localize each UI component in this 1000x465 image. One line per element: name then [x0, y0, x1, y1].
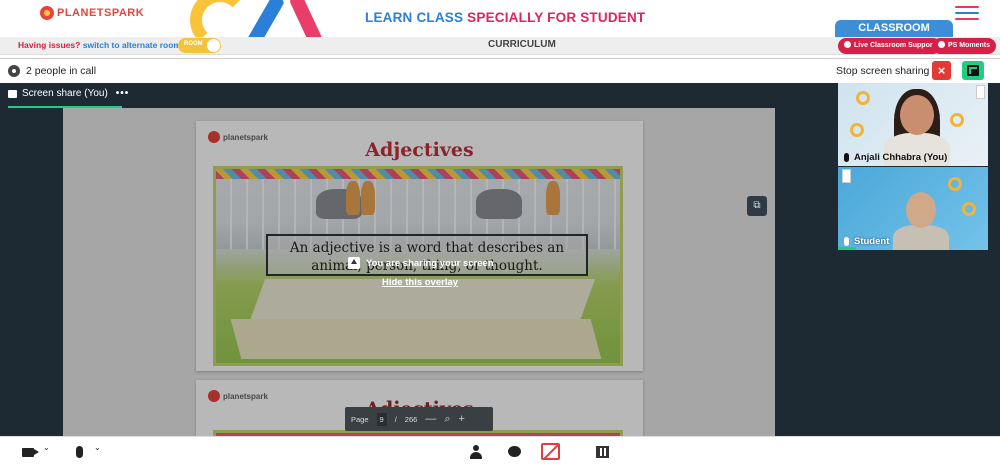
hide-overlay-link[interactable]: Hide this overlay — [382, 277, 458, 288]
stop-sharing-label: Stop screen sharing — [836, 65, 930, 77]
participant-video — [893, 225, 949, 250]
chat-icon[interactable] — [508, 446, 521, 457]
sub-toolbar: Having issues? switch to alternate room … — [0, 37, 1000, 55]
brand-badge-icon — [842, 169, 851, 183]
stop-presenting-icon[interactable] — [541, 443, 560, 460]
participant-name-text: Anjali Chhabra (You) — [854, 152, 948, 163]
zoom-in-icon[interactable]: + — [458, 413, 464, 425]
participant-name: Student — [844, 236, 889, 247]
decorative-spark-icon — [962, 202, 976, 216]
people-in-call[interactable]: 2 people in call — [26, 65, 96, 77]
room-toggle[interactable]: ROOM — [178, 38, 221, 53]
decorative-spark-icon — [850, 123, 864, 137]
top-header: PLANETSPARK LEARN CLASS SPECIALLY FOR ST… — [0, 0, 1000, 51]
decorative-spark-icon — [948, 177, 962, 191]
page-headline: LEARN CLASS SPECIALLY FOR STUDENT — [365, 10, 645, 25]
brand-logo[interactable]: PLANETSPARK — [40, 6, 144, 20]
sharing-overlay-message: You are sharing your screen — [348, 257, 494, 269]
layout-grid-icon[interactable] — [596, 446, 609, 458]
present-icon — [348, 257, 360, 269]
headline-part-1: LEARN CLASS — [365, 10, 464, 25]
screen-share-tab-label: Screen share (You) — [22, 88, 108, 99]
share-overlay-dimmer — [63, 108, 775, 436]
alternate-room-notice: Having issues? switch to alternate room — [18, 40, 181, 50]
participant-name: Anjali Chhabra (You) — [844, 152, 947, 163]
app-root: PLANETSPARK LEARN CLASS SPECIALLY FOR ST… — [0, 0, 1000, 465]
toggle-knob — [207, 39, 220, 52]
switch-room-link[interactable]: switch to alternate room — [83, 40, 181, 50]
page-label: Page — [351, 414, 369, 424]
participant-name-text: Student — [854, 236, 890, 247]
switch-share-icon[interactable] — [962, 61, 984, 80]
total-pages: 266 — [404, 414, 418, 424]
screen-share-tab[interactable]: Screen share (You) ••• — [8, 88, 129, 99]
logo-text: PLANETSPARK — [57, 7, 145, 19]
stage-tabbar: Screen share (You) ••• — [0, 83, 838, 108]
more-options-icon[interactable]: ••• — [116, 88, 130, 99]
current-page-input[interactable]: 9 — [376, 412, 387, 426]
mic-icon — [844, 237, 849, 246]
zoom-icon[interactable]: ⌕ — [444, 413, 450, 426]
stop-sharing-button[interactable]: × — [932, 61, 951, 80]
shared-document-viewer[interactable]: planetspark Adjectives An adjective is a… — [63, 108, 775, 436]
moments-label: PS Moments — [948, 42, 991, 49]
gear-icon[interactable] — [8, 65, 20, 77]
page-separator: / — [394, 414, 397, 424]
room-toggle-label: ROOM — [184, 41, 203, 47]
active-speaker-indicator — [838, 247, 856, 250]
monitor-icon — [8, 89, 17, 98]
decorative-spark-icon — [950, 113, 964, 127]
live-classroom-support-button[interactable]: Live Classroom Support — [838, 38, 941, 54]
participants-icon[interactable] — [470, 445, 482, 459]
moments-icon — [938, 41, 945, 48]
curriculum-tab[interactable]: CURRICULUM — [488, 39, 556, 50]
camera-icon[interactable] — [22, 448, 39, 457]
participant-video — [900, 95, 934, 135]
mic-options-chevron-icon[interactable]: ⌄ — [94, 443, 101, 452]
participant-tile[interactable]: Student — [838, 167, 988, 250]
microphone-icon[interactable] — [76, 446, 83, 458]
sharing-message-text: You are sharing your screen — [366, 257, 494, 269]
call-toolbar: 2 people in call Stop screen sharing × — [0, 58, 1000, 83]
brand-badge-icon — [976, 85, 985, 99]
participant-tile[interactable]: Anjali Chhabra (You) — [838, 83, 988, 166]
popout-icon[interactable]: ⧉ — [747, 196, 767, 216]
planetspark-logo-icon — [40, 6, 54, 20]
zoom-out-icon[interactable]: — — [425, 413, 436, 425]
issues-text: Having issues? — [18, 40, 81, 50]
support-icon — [844, 41, 851, 48]
hamburger-menu-icon[interactable] — [955, 6, 979, 20]
decorative-spark-icon — [856, 91, 870, 105]
support-label: Live Classroom Support — [854, 42, 935, 49]
participant-video — [906, 192, 936, 228]
mic-icon — [844, 153, 849, 162]
classroom-tab[interactable]: CLASSROOM — [835, 20, 953, 37]
ps-moments-button[interactable]: PS Moments — [932, 38, 997, 54]
headline-part-2: SPECIALLY FOR STUDENT — [467, 10, 646, 25]
camera-options-chevron-icon[interactable]: ⌄ — [43, 443, 50, 452]
call-controls: ⌄ ⌄ — [0, 436, 1000, 465]
page-navigation-bar: Page 9 / 266 — ⌕ + — [345, 407, 493, 431]
